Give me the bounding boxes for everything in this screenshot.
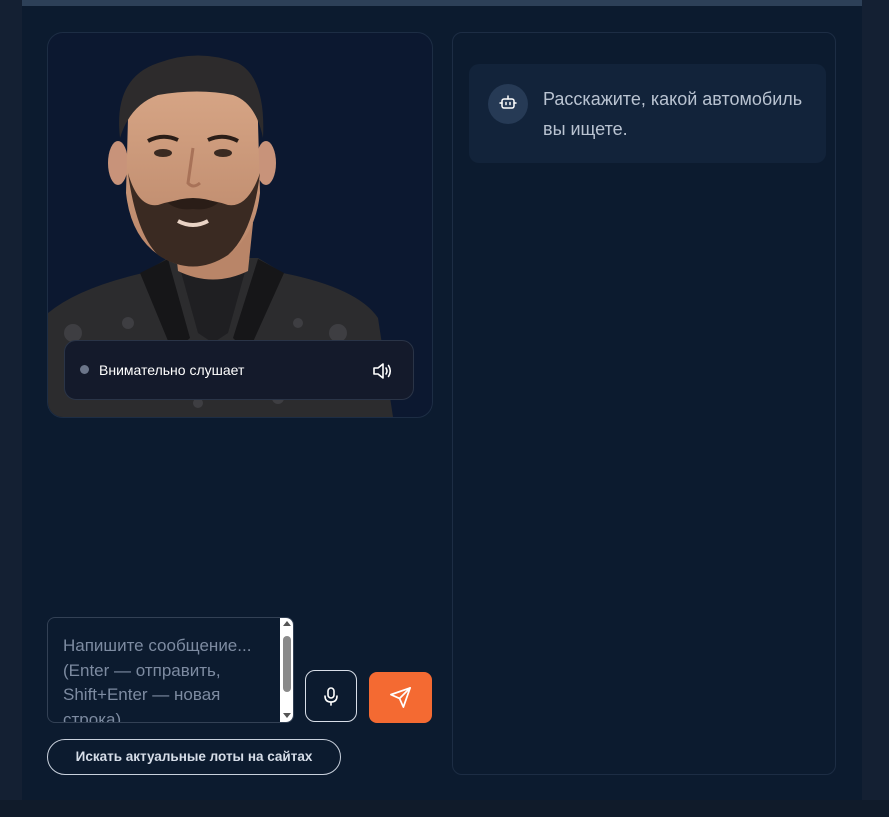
scroll-down-arrow-icon[interactable] bbox=[283, 713, 291, 718]
backdrop-bottom bbox=[0, 800, 889, 817]
microphone-button[interactable] bbox=[305, 670, 357, 722]
send-button[interactable] bbox=[369, 672, 432, 723]
message-input[interactable]: Напишите сообщение... (Enter — отправить… bbox=[47, 617, 294, 723]
bot-avatar bbox=[488, 84, 528, 124]
input-scrollbar[interactable] bbox=[280, 618, 293, 722]
top-bar bbox=[22, 0, 862, 6]
speaker-icon[interactable] bbox=[371, 360, 393, 382]
avatar-video-card: Внимательно слушает bbox=[47, 32, 433, 418]
microphone-icon bbox=[324, 687, 338, 706]
avatar-status-bar: Внимательно слушает bbox=[64, 340, 414, 400]
app-window: Внимательно слушает Напишите сообщение..… bbox=[22, 0, 862, 800]
search-lots-button[interactable]: Искать актуальные лоты на сайтах bbox=[47, 739, 341, 775]
status-indicator-dot bbox=[80, 365, 89, 374]
backdrop-right bbox=[862, 0, 889, 817]
robot-icon bbox=[499, 95, 517, 109]
message-input-placeholder: Напишите сообщение... (Enter — отправить… bbox=[63, 636, 252, 723]
bot-message: Расскажите, какой автомобиль вы ищете. bbox=[469, 64, 826, 163]
send-icon bbox=[390, 687, 411, 708]
bot-message-text: Расскажите, какой автомобиль вы ищете. bbox=[543, 89, 803, 139]
scroll-up-arrow-icon[interactable] bbox=[283, 621, 291, 626]
chat-panel: Расскажите, какой автомобиль вы ищете. bbox=[452, 32, 836, 775]
status-text: Внимательно слушает bbox=[99, 362, 245, 378]
scrollbar-thumb[interactable] bbox=[283, 636, 291, 692]
backdrop-left bbox=[0, 0, 22, 817]
